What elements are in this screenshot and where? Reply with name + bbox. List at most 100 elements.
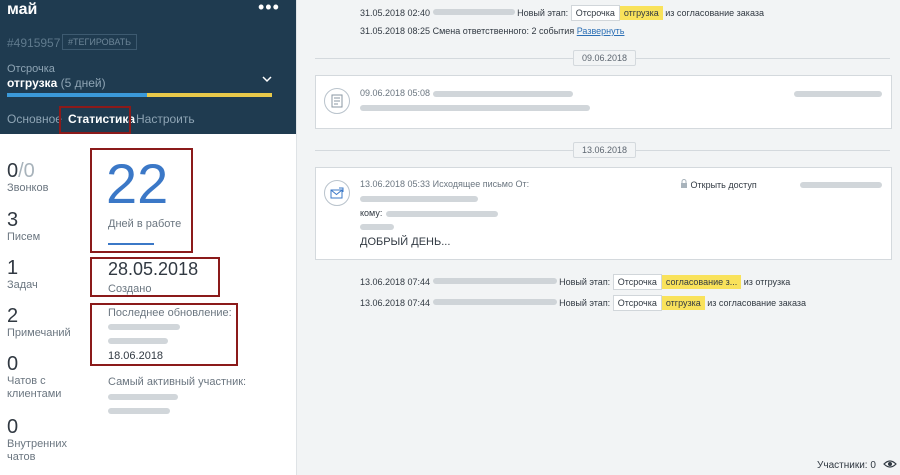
event-text: Новый этап:	[517, 8, 569, 18]
status-days: (5 дней)	[60, 76, 106, 90]
expand-link[interactable]: Развернуть	[577, 26, 625, 36]
most-active-label: Самый активный участник:	[108, 376, 247, 388]
emails-label: Писем	[7, 231, 41, 243]
calls-stat: 0/0 Звонков	[7, 160, 48, 195]
client-chats-stat: 0 Чатов с клиентами	[7, 353, 87, 401]
pipeline-segment	[207, 93, 272, 97]
emails-count: 3	[7, 209, 19, 231]
event-text: Новый этап:	[559, 298, 611, 308]
created-label: Создано	[108, 283, 152, 295]
deal-sidebar: май ••• #4915957 #ТЕГИРОВАТЬ Отсрочка от…	[0, 0, 296, 475]
tab-bar: Основное Статистика Настроить	[0, 108, 296, 134]
feed-event-stage-change: 13.06.2018 07:44 Новый этап: Отсрочка сог…	[360, 274, 790, 290]
event-suffix: из отгрузка	[743, 277, 791, 287]
event-datetime: 31.05.2018 02:40	[360, 8, 431, 18]
event-datetime: 13.06.2018 07:44	[360, 298, 431, 308]
date-pill: 13.06.2018	[573, 142, 637, 158]
deal-title[interactable]: май	[7, 1, 37, 19]
redacted-name	[108, 394, 178, 400]
redacted-subject	[360, 224, 394, 230]
pipeline-progress	[7, 93, 272, 97]
event-suffix: из согласование заказа	[665, 8, 764, 18]
event-text: Смена ответственного: 2 события	[432, 26, 575, 36]
event-suffix: из согласование заказа	[707, 298, 806, 308]
event-datetime: 31.05.2018 08:25	[360, 26, 431, 36]
notes-stat: 2 Примечаний	[7, 305, 71, 340]
calls-count: 0	[7, 160, 19, 182]
last-update-label: Последнее обновление:	[108, 307, 232, 319]
email-datetime: 13.06.2018 05:33	[360, 179, 431, 189]
tasks-stat: 1 Задач	[7, 257, 38, 292]
date-separator: 13.06.2018	[297, 142, 900, 158]
days-underline	[108, 243, 154, 245]
tab-main[interactable]: Основное	[7, 112, 62, 126]
note-icon	[324, 88, 350, 114]
stage-chip-status: согласование з...	[661, 275, 742, 289]
client-chats-count: 0	[7, 353, 19, 375]
participants-label: Участники: 0	[817, 460, 876, 471]
email-type-text: Исходящее письмо От:	[432, 179, 530, 189]
stage-chip-status: отгрузка	[661, 296, 705, 310]
redacted-name	[108, 338, 168, 344]
open-access-label: Открыть доступ	[690, 180, 757, 190]
redacted-sender	[360, 196, 478, 202]
created-date: 28.05.2018	[108, 259, 199, 279]
card-datetime: 13.06.2018 05:33 Исходящее письмо От:	[360, 179, 529, 189]
notes-count: 2	[7, 305, 19, 327]
feed-event-stage-change: 13.06.2018 07:44 Новый этап: Отсрочка отг…	[360, 295, 806, 311]
calls-count-total: /0	[18, 160, 35, 182]
days-in-work-count: 22	[106, 152, 169, 215]
tasks-count: 1	[7, 257, 19, 279]
pipeline-segment	[77, 93, 147, 97]
date-pill: 09.06.2018	[573, 50, 637, 66]
tab-settings[interactable]: Настроить	[136, 112, 195, 126]
stage-chip-pipeline: Отсрочка	[570, 5, 620, 21]
redacted-recipient	[386, 211, 498, 217]
card-datetime: 09.06.2018 05:08	[360, 88, 431, 98]
deal-id: #4915957	[7, 36, 61, 50]
redacted-user	[432, 9, 515, 15]
redacted-name	[108, 408, 170, 414]
mail-outgoing-icon	[324, 180, 350, 206]
tag-button[interactable]: #ТЕГИРОВАТЬ	[62, 34, 138, 50]
emails-stat: 3 Писем	[7, 209, 40, 244]
redacted-text	[433, 91, 573, 97]
pipeline-segment	[147, 93, 207, 97]
status-selector[interactable]: отгрузка (5 дней)	[7, 76, 106, 90]
eye-icon	[882, 460, 897, 468]
event-text: Новый этап:	[559, 277, 611, 287]
pipeline-label: Отсрочка	[7, 63, 55, 75]
notes-label: Примечаний	[7, 327, 71, 339]
activity-feed: 31.05.2018 02:40 Новый этап: Отсрочка отг…	[297, 0, 900, 475]
redacted-name	[108, 324, 180, 330]
deal-header: май ••• #4915957 #ТЕГИРОВАТЬ Отсрочка от…	[0, 0, 296, 134]
stage-chip-pipeline: Отсрочка	[612, 295, 662, 311]
internal-chats-count: 0	[7, 416, 19, 438]
highlight-box	[59, 106, 131, 134]
open-access-button[interactable]: Открыть доступ	[680, 179, 757, 190]
feed-card-email[interactable]: 13.06.2018 05:33 Исходящее письмо От: От…	[315, 167, 892, 260]
tasks-label: Задач	[7, 279, 38, 291]
feed-card-note[interactable]: 09.06.2018 05:08	[315, 75, 892, 129]
date-separator: 09.06.2018	[297, 50, 900, 66]
more-menu-icon[interactable]: •••	[258, 0, 280, 18]
pipeline-segment	[7, 93, 77, 97]
participants-counter[interactable]: Участники: 0	[817, 459, 897, 471]
feed-event-owner-change: 31.05.2018 08:25 Смена ответственного: 2…	[360, 26, 624, 36]
status-value: отгрузка	[7, 76, 58, 90]
last-update-date: 18.06.2018	[108, 350, 164, 362]
redacted-user	[794, 91, 882, 97]
redacted-user	[432, 299, 557, 305]
lock-icon	[681, 179, 687, 188]
redacted-user	[800, 182, 882, 188]
feed-event-stage-change: 31.05.2018 02:40 Новый этап: Отсрочка отг…	[360, 5, 764, 21]
stage-chip-status: отгрузка	[619, 6, 663, 20]
stage-chip-pipeline: Отсрочка	[612, 274, 662, 290]
event-datetime: 13.06.2018 07:44	[360, 277, 431, 287]
days-in-work-label: Дней в работе	[108, 218, 182, 230]
email-preview: ДОБРЫЙ ДЕНЬ...	[360, 236, 451, 248]
chevron-down-icon[interactable]	[262, 72, 272, 86]
internal-chats-label: Внутренних чатов	[7, 438, 67, 463]
client-chats-label: Чатов с клиентами	[7, 375, 62, 400]
internal-chats-stat: 0 Внутренних чатов	[7, 416, 87, 464]
